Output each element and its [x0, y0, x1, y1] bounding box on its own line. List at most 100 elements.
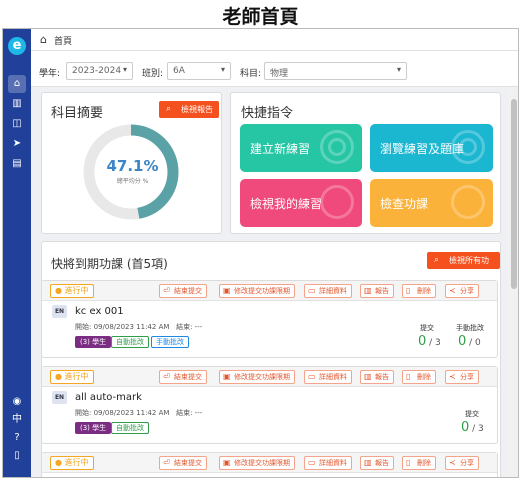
year-value: 2023-2024 — [72, 66, 122, 76]
chevron-down-icon: ▾ — [396, 65, 401, 74]
filter-bar: 學年: 2023-2024 ▾ 班別: 6A ▾ 科目: 物理 ▾ — [31, 51, 518, 87]
send-icon[interactable]: ➤ — [8, 135, 26, 153]
delete-button[interactable]: ▯ 刪除 — [402, 456, 436, 470]
view-report-button[interactable]: ⌕ 檢視報告 — [159, 101, 219, 118]
auto-mark-tag: 自動批改 — [111, 422, 149, 434]
upcoming-title: 快將到期功課 (首5項) — [51, 257, 168, 271]
homework-card: ● 進行中 ⏎ 結束提交 ▣ 修改提交功課限期 ▭ 詳細資料 ▥ 報告 ▯ 刪除 ≺ 分享 … — [41, 366, 498, 444]
clipboard-icon[interactable]: ▤ — [8, 155, 26, 173]
logout-icon[interactable]: ▯ — [8, 447, 26, 465]
trash-icon: ▯ — [406, 286, 411, 295]
tile-label: 檢查功課 — [380, 197, 429, 211]
students-tag[interactable]: (3) 學生 — [75, 336, 112, 348]
stop-icon: ⏎ — [163, 286, 170, 295]
language-badge: EN — [52, 305, 67, 318]
class-value: 6A — [173, 66, 185, 76]
report-button[interactable]: ▥ 報告 — [360, 456, 394, 470]
subject-label: 科目: — [240, 69, 262, 79]
homework-card: ● 進行中 ⏎ 結束提交 ▣ 修改提交功課限期 ▭ 詳細資料 ▥ 報告 ▯ 刪除 ≺ 分享 … — [41, 280, 498, 358]
target-inner-icon — [459, 138, 477, 156]
chart-icon: ▥ — [364, 372, 372, 381]
chevron-down-icon: ▾ — [122, 65, 127, 74]
score-caption: 總平均分 % — [116, 178, 149, 185]
view-all-homework-button[interactable]: ⌕ 檢視所有功課 — [427, 252, 500, 282]
view-report-label: 檢視報告 — [181, 105, 213, 114]
page-heading: 老師首頁 — [222, 6, 299, 28]
details-button[interactable]: ▭ 詳細資料 — [304, 456, 352, 470]
share-icon: ≺ — [449, 372, 456, 381]
class-label: 班別: — [142, 69, 164, 79]
plane-icon — [451, 185, 485, 219]
books-icon[interactable]: ▥ — [8, 95, 26, 113]
browse-bank-tile[interactable]: 瀏覽練習及題庫 — [370, 124, 493, 172]
quick-title: 快捷指令 — [241, 106, 294, 121]
auto-mark-tag: 自動批改 — [111, 336, 149, 348]
search-icon: ⌕ — [434, 255, 440, 265]
chart-icon: ▥ — [364, 286, 372, 295]
trash-icon: ▯ — [406, 372, 411, 381]
delete-button[interactable]: ▯ 刪除 — [402, 284, 436, 298]
class-select[interactable]: 6A ▾ — [167, 62, 231, 80]
homework-dates: 開始: 09/08/2023 11:42 AM 結束: --- — [75, 323, 203, 331]
report-button[interactable]: ▥ 報告 — [360, 370, 394, 384]
status-badge: ● 進行中 — [50, 370, 94, 384]
homework-toolbar: ● 進行中 ⏎ 結束提交 ▣ 修改提交功課限期 ▭ 詳細資料 ▥ 報告 ▯ 刪除 ≺ 分享 — [42, 281, 497, 301]
chevron-down-icon: ▾ — [220, 65, 225, 74]
manual-mark-tag: 手動批改 — [151, 336, 189, 348]
manual-mark-count: 0 / 0 — [458, 334, 481, 349]
end-submission-button[interactable]: ⏎ 結束提交 — [159, 456, 207, 470]
scrollbar-thumb[interactable] — [511, 99, 517, 289]
details-button[interactable]: ▭ 詳細資料 — [304, 284, 352, 298]
homework-name[interactable]: all auto-mark — [75, 392, 142, 403]
subject-value: 物理 — [270, 69, 289, 79]
year-select[interactable]: 2023-2024 ▾ — [66, 62, 133, 80]
homework-name[interactable]: kc ex 001 — [75, 306, 124, 317]
breadcrumb-home[interactable]: 首頁 — [54, 34, 72, 47]
sidebar: e ⌂ ▥ ◫ ➤ ▤ ◉ 中 ? ▯ — [3, 29, 31, 477]
score-percent: 47.1% — [106, 157, 159, 175]
language-icon[interactable]: 中 — [8, 411, 26, 429]
submitted-label: 提交 — [465, 410, 479, 418]
subject-select[interactable]: 物理 ▾ — [264, 62, 407, 80]
submitted-count: 0 / 3 — [461, 420, 484, 435]
delete-button[interactable]: ▯ 刪除 — [402, 370, 436, 384]
view-my-exercises-tile[interactable]: 檢視我的練習 — [240, 179, 362, 227]
details-button[interactable]: ▭ 詳細資料 — [304, 370, 352, 384]
share-button[interactable]: ≺ 分享 — [445, 284, 479, 298]
summary-title: 科目摘要 — [51, 106, 104, 121]
trash-icon: ▯ — [406, 458, 411, 467]
home-icon[interactable]: ⌂ — [8, 75, 26, 93]
manual-mark-label: 手動批改 — [456, 324, 484, 332]
main-scrollbar[interactable] — [508, 87, 518, 477]
submitted-label: 提交 — [420, 324, 434, 332]
folder-icon[interactable]: ◫ — [8, 115, 26, 133]
calendar-icon: ▣ — [223, 372, 231, 381]
subject-summary-card: 科目摘要 ⌕ 檢視報告 6A 47.1% 總平均分 % — [41, 92, 222, 234]
end-submission-button[interactable]: ⏎ 結束提交 — [159, 284, 207, 298]
check-homework-tile[interactable]: 檢查功課 — [370, 179, 493, 227]
language-badge: EN — [52, 391, 67, 404]
user-icon[interactable]: ◉ — [8, 393, 26, 411]
edit-deadline-button[interactable]: ▣ 修改提交功課限期 — [219, 284, 295, 298]
home-icon[interactable]: ⌂ — [40, 33, 47, 46]
status-badge: ● 進行中 — [50, 284, 94, 298]
card-icon: ▭ — [308, 286, 316, 295]
homework-dates: 開始: 09/08/2023 11:42 AM 結束: --- — [75, 409, 203, 417]
year-label: 學年: — [39, 69, 61, 79]
chart-icon: ▥ — [364, 458, 372, 467]
help-icon[interactable]: ? — [8, 429, 26, 447]
app-logo-icon[interactable]: e — [8, 37, 26, 55]
students-tag[interactable]: (3) 學生 — [75, 422, 112, 434]
pencil-icon — [320, 185, 354, 219]
quick-actions-card: 快捷指令 建立新練習 瀏覽練習及題庫 檢視我的練習 檢查功課 — [230, 92, 501, 234]
share-button[interactable]: ≺ 分享 — [445, 370, 479, 384]
end-submission-button[interactable]: ⏎ 結束提交 — [159, 370, 207, 384]
edit-deadline-button[interactable]: ▣ 修改提交功課限期 — [219, 370, 295, 384]
report-button[interactable]: ▥ 報告 — [360, 284, 394, 298]
edit-deadline-button[interactable]: ▣ 修改提交功課限期 — [219, 456, 295, 470]
status-badge: ● 進行中 — [50, 456, 94, 470]
share-button[interactable]: ≺ 分享 — [445, 456, 479, 470]
view-all-label: 檢視所有功課 — [449, 256, 489, 282]
create-exercise-tile[interactable]: 建立新練習 — [240, 124, 362, 172]
search-icon: ⌕ — [166, 104, 172, 114]
